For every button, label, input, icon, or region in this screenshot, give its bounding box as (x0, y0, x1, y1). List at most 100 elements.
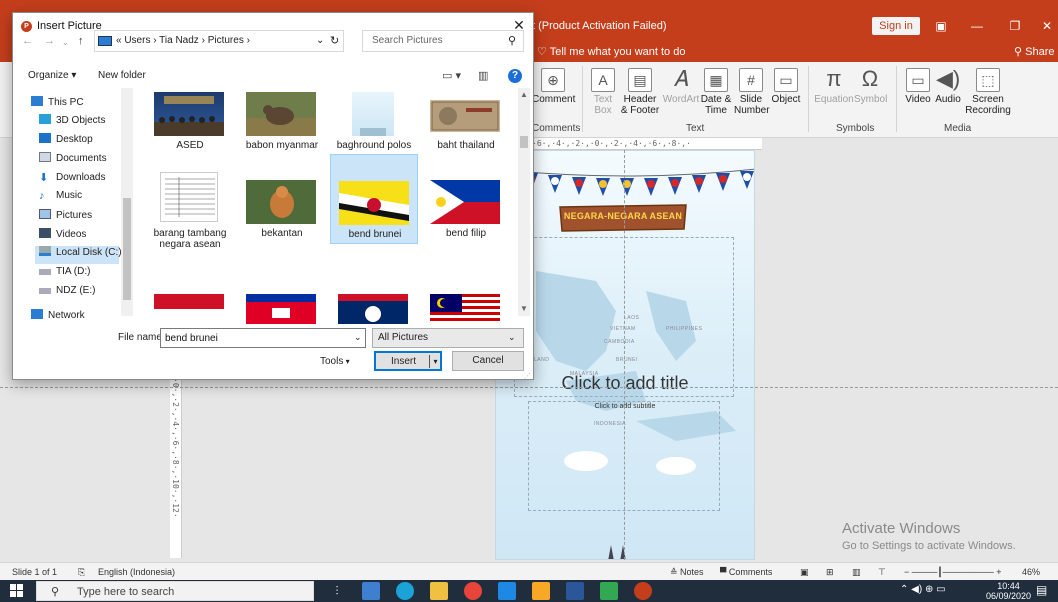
organize-menu[interactable]: Organize ▾ (28, 70, 76, 81)
help-icon[interactable]: ? (508, 69, 522, 83)
header-footer-button[interactable]: ▤ Header & Footer (620, 68, 660, 116)
new-comment-button[interactable]: ⊕ Comment (532, 68, 575, 105)
resize-grip-icon[interactable]: ⋰ (524, 372, 531, 380)
minimize-icon[interactable]: — (966, 17, 988, 35)
nav-documents[interactable]: Documents (39, 152, 131, 170)
file-item[interactable]: ASED (146, 88, 234, 158)
slide-sorter-icon[interactable]: ⊞ (826, 567, 834, 578)
object-button[interactable]: ▭ Object (770, 68, 802, 105)
taskbar-clock[interactable]: 10:44 06/09/2020 (986, 581, 1031, 601)
word-app-icon[interactable] (566, 582, 584, 600)
nav-downloads[interactable]: ⬇ Downloads (39, 171, 131, 189)
video-button[interactable]: ▭ Video (904, 68, 932, 105)
maximize-icon[interactable]: ❐ (1004, 17, 1026, 35)
chevron-up-icon[interactable]: ⌃ (900, 584, 908, 595)
screen-recording-button[interactable]: ⬚ Screen Recording (964, 68, 1012, 116)
insert-button[interactable]: Insert ▾ (374, 351, 442, 371)
zoom-slider[interactable]: − ────┃──────── + (904, 567, 1001, 578)
forward-arrow-icon[interactable]: → (44, 35, 55, 47)
volume-icon[interactable]: ◀) (911, 584, 922, 595)
scroll-up-icon[interactable]: ▲ (520, 90, 528, 99)
file-item[interactable] (330, 284, 418, 324)
wordart-button[interactable]: 𝐴 WordArt (662, 68, 700, 106)
file-item[interactable]: baghround polos (330, 88, 418, 158)
nav-drive-e[interactable]: NDZ (E:) (39, 285, 131, 303)
filter-chevron-icon[interactable]: ⌄ (508, 332, 516, 343)
windows-start-icon[interactable] (10, 584, 24, 598)
file-item-selected[interactable]: bend brunei (330, 154, 418, 244)
slide-canvas[interactable]: NEGARA-NEGARA ASEAN LAOS VIETNAM CAMBODI… (495, 150, 755, 560)
search-input[interactable]: Search Pictures (372, 35, 443, 46)
nav-network[interactable]: Network (31, 309, 131, 324)
chrome-browser-icon[interactable] (464, 582, 482, 600)
search-icon[interactable]: ⚲ (508, 34, 516, 47)
text-box-button[interactable]: A Text Box (590, 68, 616, 116)
normal-view-icon[interactable]: ▣ (800, 567, 809, 578)
file-item[interactable]: barang tambang negara asean (146, 166, 234, 258)
file-item[interactable]: bend filip (422, 166, 510, 258)
files-scrollbar-thumb[interactable] (520, 136, 528, 148)
file-item[interactable] (146, 284, 234, 324)
file-item[interactable]: bekantan (238, 166, 326, 258)
subtitle-placeholder[interactable]: Click to add subtitle (496, 403, 754, 410)
tell-me-search[interactable]: ♡ Tell me what you want to do (537, 45, 685, 58)
notes-button[interactable]: ≙ Notes (670, 567, 704, 578)
store-app-icon[interactable] (362, 582, 380, 600)
equation-button[interactable]: π Equation (814, 68, 854, 106)
file-item[interactable] (422, 284, 510, 324)
new-folder-button[interactable]: New folder (98, 70, 146, 81)
nav-local-disk-c[interactable]: Local Disk (C:) (35, 246, 122, 264)
nav-3d-objects[interactable]: 3D Objects (39, 114, 131, 132)
comments-button[interactable]: ▀ Comments (720, 567, 772, 577)
slide-number-button[interactable]: # Slide Number (734, 68, 770, 116)
view-options-icon[interactable]: ▭ ▾ (442, 69, 461, 82)
file-item[interactable]: baht thailand (422, 88, 510, 158)
audio-button[interactable]: ◀) Audio (934, 68, 962, 106)
sticky-app-icon[interactable] (532, 582, 550, 600)
edge-browser-icon[interactable] (396, 582, 414, 600)
task-view-icon[interactable]: ⫶ (328, 582, 346, 600)
tools-menu[interactable]: Tools ▾ (320, 356, 350, 367)
slideshow-icon[interactable]: ⊤ (878, 567, 886, 578)
back-arrow-icon[interactable]: ← (22, 35, 33, 47)
file-name-input[interactable] (160, 328, 366, 348)
share-button[interactable]: ⚲ Share (1014, 45, 1054, 58)
file-explorer-icon[interactable] (430, 582, 448, 600)
up-arrow-icon[interactable]: ↑ (78, 35, 84, 47)
insert-dropdown-icon[interactable]: ▾ (429, 355, 441, 368)
mail-app-icon[interactable] (498, 582, 516, 600)
ribbon-display-icon[interactable]: ▣ (930, 17, 952, 35)
sign-in-button[interactable]: Sign in (872, 17, 920, 35)
refresh-icon[interactable]: ↻ (330, 34, 339, 47)
photo-app-icon[interactable] (600, 582, 618, 600)
title-placeholder[interactable]: Click to add title (496, 373, 754, 394)
spell-check-icon[interactable]: ⎘ (78, 567, 85, 578)
preview-pane-icon[interactable]: ▥ (478, 69, 488, 82)
address-path[interactable]: « Users › Tia Nadz › Pictures › (116, 35, 250, 46)
scroll-down-icon[interactable]: ▼ (520, 304, 528, 313)
address-chevron-icon[interactable]: ⌄ (316, 35, 324, 46)
file-item[interactable]: babon myanmar (238, 88, 326, 158)
language-indicator[interactable]: English (Indonesia) (98, 567, 175, 577)
taskbar-search-box[interactable]: ⚲ Type here to search (36, 581, 314, 601)
notifications-icon[interactable]: ▤ (1036, 583, 1047, 597)
powerpoint-app-icon[interactable] (634, 582, 652, 600)
date-time-button[interactable]: ▦ Date & Time (700, 68, 732, 116)
file-type-filter[interactable]: All Pictures (372, 328, 524, 348)
close-window-icon[interactable]: ✕ (1036, 17, 1058, 35)
battery-icon[interactable]: ▭ (936, 584, 945, 595)
nav-videos[interactable]: Videos (39, 228, 131, 246)
symbol-button[interactable]: Ω Symbol (854, 68, 887, 106)
system-tray[interactable]: ⌃ ◀) ⊕ ▭ (900, 584, 946, 595)
nav-desktop[interactable]: Desktop (39, 133, 131, 151)
zoom-level[interactable]: 46% (1022, 567, 1040, 577)
nav-music[interactable]: ♪ Music (39, 190, 131, 208)
recent-chevron-icon[interactable]: ⌄ (62, 38, 69, 47)
reading-view-icon[interactable]: ▥ (852, 567, 861, 578)
cancel-button[interactable]: Cancel (452, 351, 524, 371)
nav-this-pc[interactable]: This PC (31, 96, 131, 114)
file-name-chevron-icon[interactable]: ⌄ (354, 332, 362, 343)
network-icon[interactable]: ⊕ (925, 584, 933, 595)
file-item[interactable] (238, 284, 326, 324)
nav-pictures[interactable]: Pictures (39, 209, 131, 227)
